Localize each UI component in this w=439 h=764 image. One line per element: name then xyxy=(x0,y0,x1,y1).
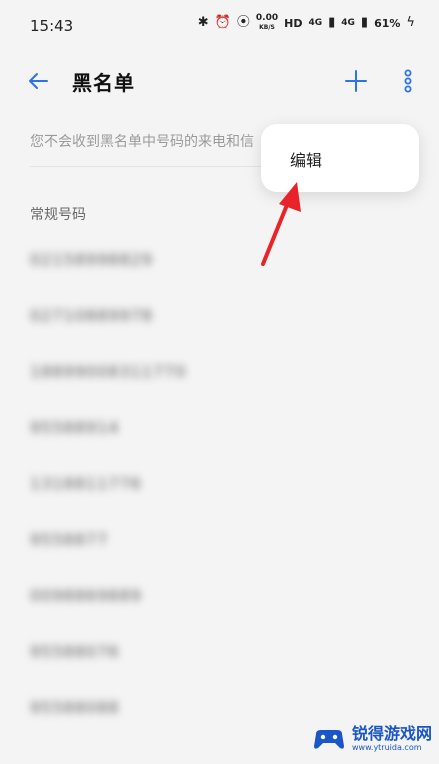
hd-indicator: HD xyxy=(284,16,303,30)
location-icon: ⦿ xyxy=(236,15,250,30)
list-item[interactable]: 95588076 xyxy=(30,642,119,672)
blocked-number: 1318811776 xyxy=(30,474,142,493)
blocked-number: 02710889978 xyxy=(30,306,153,325)
app-header: 黑名单 xyxy=(0,58,439,106)
list-item[interactable]: 95588088 xyxy=(30,698,119,728)
blocked-number: 18899008311770 xyxy=(30,362,187,381)
blocked-number: 0098869889 xyxy=(30,586,142,605)
annotation-arrow-icon xyxy=(261,182,301,266)
list-item[interactable]: 1318811776 xyxy=(30,474,142,504)
net-speed: 0.00 KB/S xyxy=(256,14,278,32)
gamepad-logo-icon xyxy=(314,730,344,749)
blocked-number: 02158998829 xyxy=(30,250,153,269)
more-options-icon[interactable] xyxy=(398,68,418,94)
add-icon[interactable] xyxy=(344,69,368,93)
watermark-title: 锐得游戏网 xyxy=(352,724,433,743)
page-title: 黑名单 xyxy=(72,71,135,95)
charging-icon: ϟ xyxy=(406,15,415,30)
list-item[interactable]: 02710889978 xyxy=(30,306,153,336)
signal-1-icon: ▮ xyxy=(328,15,336,30)
net-speed-value: 0.00 xyxy=(255,13,279,23)
status-icons: ✱ ⏰ ⦿ 0.00 KB/S HD 4G ▮ 4G ▮ 61% ϟ xyxy=(198,14,415,32)
net-speed-unit: KB/S xyxy=(259,24,275,31)
signal-1-tag: 4G xyxy=(308,17,323,28)
list-item[interactable]: 95588914 xyxy=(30,418,119,448)
edit-menu-item[interactable]: 编辑 xyxy=(290,147,322,171)
blocked-number: 95588914 xyxy=(30,418,120,437)
section-title: 常规号码 xyxy=(30,207,86,223)
watermark-url: www.ytruida.com xyxy=(352,743,422,752)
back-arrow-icon[interactable] xyxy=(26,69,50,93)
list-item[interactable]: 18899008311770 xyxy=(30,362,187,392)
watermark: 锐得游戏网 www.ytruida.com xyxy=(312,725,432,753)
status-time: 15:43 xyxy=(30,17,74,35)
blocked-number: 95588088 xyxy=(30,698,120,717)
battery-level: 61% xyxy=(374,16,401,30)
bluetooth-icon: ✱ xyxy=(197,15,209,30)
alarm-icon: ⏰ xyxy=(214,15,231,30)
list-item[interactable]: 9558877 xyxy=(30,530,108,560)
list-item[interactable]: 02158998829 xyxy=(30,250,153,280)
blacklist-hint: 您不会收到黑名单中号码的来电和信 xyxy=(30,134,254,150)
status-bar: 15:43 ✱ ⏰ ⦿ 0.00 KB/S HD 4G ▮ 4G ▮ 61% ϟ xyxy=(0,0,439,48)
list-item[interactable]: 0098869889 xyxy=(30,586,142,616)
blocked-number: 9558877 xyxy=(30,530,109,549)
signal-2-icon: ▮ xyxy=(360,15,369,30)
blocked-number: 95588076 xyxy=(30,642,120,661)
signal-2-tag: 4G xyxy=(341,17,355,28)
